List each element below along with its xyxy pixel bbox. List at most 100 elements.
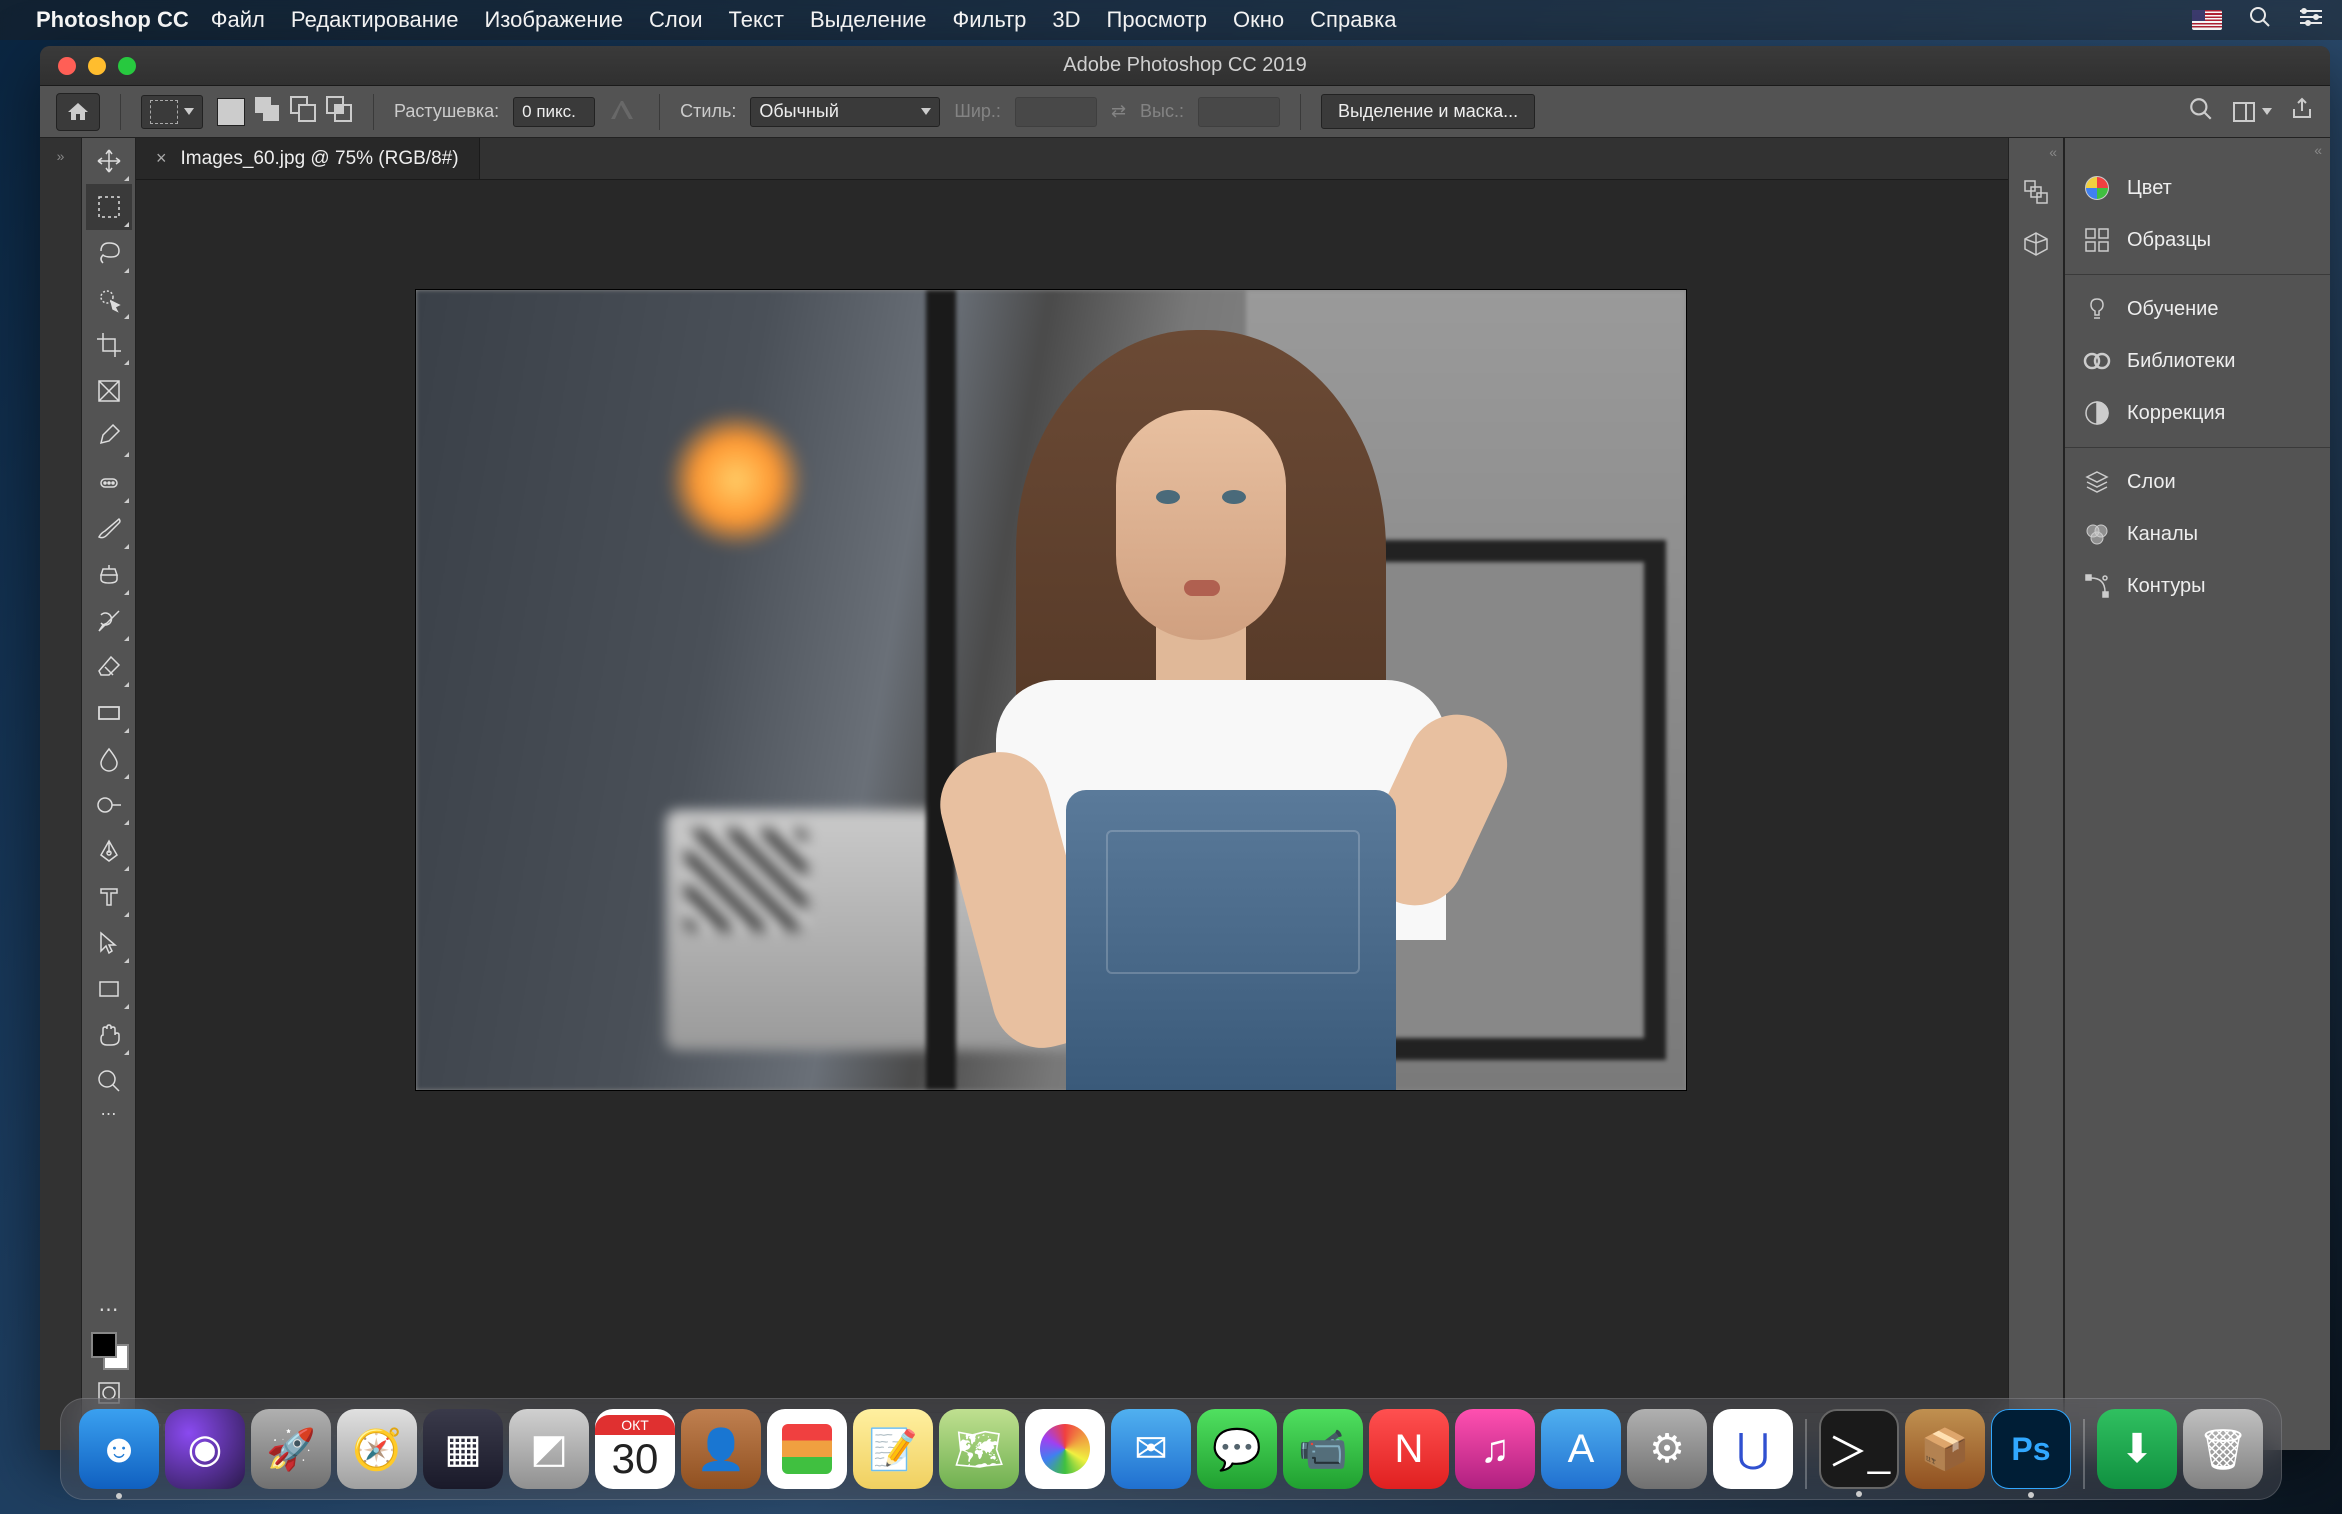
- window-minimize-button[interactable]: [88, 57, 106, 75]
- dock-archive[interactable]: 📦: [1905, 1409, 1985, 1489]
- zoom-tool[interactable]: [86, 1058, 132, 1104]
- panel-swatches[interactable]: Образцы: [2065, 214, 2330, 266]
- dock-app-store[interactable]: A: [1541, 1409, 1621, 1489]
- panel-label: Цвет: [2127, 177, 2172, 200]
- dock-magnet[interactable]: ⋃: [1713, 1409, 1793, 1489]
- workspace-switcher[interactable]: [2232, 101, 2272, 123]
- menu-3d[interactable]: 3D: [1052, 7, 1080, 33]
- collapse-icon[interactable]: »: [57, 148, 65, 164]
- dock-messages[interactable]: 💬: [1197, 1409, 1277, 1489]
- healing-tool[interactable]: [86, 460, 132, 506]
- window-titlebar[interactable]: Adobe Photoshop CC 2019: [40, 46, 2330, 86]
- document-tab[interactable]: × Images_60.jpg @ 75% (RGB/8#): [136, 138, 480, 179]
- dock-itunes[interactable]: ♫: [1455, 1409, 1535, 1489]
- menu-view[interactable]: Просмотр: [1107, 7, 1207, 33]
- dock-photos[interactable]: [1025, 1409, 1105, 1489]
- gradient-tool[interactable]: [86, 690, 132, 736]
- dock-siri[interactable]: ◉: [165, 1409, 245, 1489]
- dock-terminal[interactable]: ＞_: [1819, 1409, 1899, 1489]
- dock-photoshop[interactable]: Ps: [1991, 1409, 2071, 1489]
- color-swatches[interactable]: [89, 1330, 129, 1370]
- dock-launchpad[interactable]: 🚀: [251, 1409, 331, 1489]
- dock-mission-control[interactable]: ▦: [423, 1409, 503, 1489]
- panel-learn[interactable]: Обучение: [2065, 283, 2330, 335]
- dock-facetime[interactable]: 📹: [1283, 1409, 1363, 1489]
- marquee-tool[interactable]: [86, 184, 132, 230]
- foreground-color[interactable]: [91, 1332, 117, 1358]
- selection-new-button[interactable]: [217, 98, 245, 126]
- home-button[interactable]: [56, 93, 100, 131]
- move-tool[interactable]: [86, 138, 132, 184]
- menu-layers[interactable]: Слои: [649, 7, 703, 33]
- style-select[interactable]: Обычный: [750, 97, 940, 127]
- dock-trash[interactable]: 🗑: [2183, 1409, 2263, 1489]
- window-maximize-button[interactable]: [118, 57, 136, 75]
- search-icon[interactable]: [2188, 96, 2214, 127]
- quick-select-tool[interactable]: [86, 276, 132, 322]
- brush-tool[interactable]: [86, 506, 132, 552]
- selection-intersect-button[interactable]: [325, 95, 353, 128]
- tool-preset-picker[interactable]: [141, 95, 203, 129]
- menu-edit[interactable]: Редактирование: [291, 7, 459, 33]
- eraser-tool[interactable]: [86, 644, 132, 690]
- history-panel-icon[interactable]: [2014, 170, 2058, 214]
- dock-calendar[interactable]: ОКТ30: [595, 1409, 675, 1489]
- canvas-viewport[interactable]: REAME: [136, 180, 2008, 1412]
- dock-system-preferences[interactable]: ⚙: [1627, 1409, 1707, 1489]
- panel-adjustments[interactable]: Коррекция: [2065, 387, 2330, 439]
- panel-layers[interactable]: Слои: [2065, 456, 2330, 508]
- path-select-tool[interactable]: [86, 920, 132, 966]
- canvas[interactable]: REAME: [416, 290, 1686, 1090]
- panel-channels[interactable]: Каналы: [2065, 508, 2330, 560]
- lasso-tool[interactable]: [86, 230, 132, 276]
- menu-file[interactable]: Файл: [211, 7, 265, 33]
- dock-maps[interactable]: 🗺: [939, 1409, 1019, 1489]
- window-close-button[interactable]: [58, 57, 76, 75]
- menu-select[interactable]: Выделение: [810, 7, 927, 33]
- eyedropper-tool[interactable]: [86, 414, 132, 460]
- dock-reminders[interactable]: [767, 1409, 847, 1489]
- rectangle-tool[interactable]: [86, 966, 132, 1012]
- menu-image[interactable]: Изображение: [484, 7, 623, 33]
- menu-filter[interactable]: Фильтр: [953, 7, 1027, 33]
- input-source-icon[interactable]: [2192, 10, 2222, 30]
- dock-contacts[interactable]: 👤: [681, 1409, 761, 1489]
- pen-tool[interactable]: [86, 828, 132, 874]
- selection-subtract-button[interactable]: [289, 95, 317, 128]
- crop-tool[interactable]: [86, 322, 132, 368]
- dock-screenshot[interactable]: ◩: [509, 1409, 589, 1489]
- clone-stamp-tool[interactable]: [86, 552, 132, 598]
- dock-finder[interactable]: ☻: [79, 1409, 159, 1489]
- expand-icon[interactable]: «: [2049, 138, 2057, 166]
- type-tool[interactable]: [86, 874, 132, 920]
- menu-text[interactable]: Текст: [729, 7, 784, 33]
- antialias-icon[interactable]: [609, 97, 639, 126]
- hand-tool[interactable]: [86, 1012, 132, 1058]
- dock-downloads[interactable]: ⬇: [2097, 1409, 2177, 1489]
- expand-icon[interactable]: «: [2306, 138, 2330, 162]
- share-icon[interactable]: [2290, 97, 2314, 126]
- history-brush-tool[interactable]: [86, 598, 132, 644]
- dock-mail[interactable]: ✉: [1111, 1409, 1191, 1489]
- selection-add-button[interactable]: [253, 95, 281, 128]
- control-center-icon[interactable]: [2298, 7, 2324, 33]
- 3d-panel-icon[interactable]: [2014, 222, 2058, 266]
- blur-tool[interactable]: [86, 736, 132, 782]
- frame-tool[interactable]: [86, 368, 132, 414]
- panel-paths[interactable]: Контуры: [2065, 560, 2330, 612]
- menu-help[interactable]: Справка: [1310, 7, 1396, 33]
- dock-safari[interactable]: 🧭: [337, 1409, 417, 1489]
- close-tab-icon[interactable]: ×: [156, 148, 167, 169]
- menu-window[interactable]: Окно: [1233, 7, 1284, 33]
- panel-color[interactable]: Цвет: [2065, 162, 2330, 214]
- feather-input[interactable]: [513, 97, 595, 127]
- select-and-mask-button[interactable]: Выделение и маска...: [1321, 94, 1535, 129]
- tool-overflow[interactable]: ⋯: [86, 1104, 132, 1124]
- dock-notes[interactable]: 📝: [853, 1409, 933, 1489]
- edit-toolbar-button[interactable]: ⋯: [86, 1294, 132, 1324]
- panel-libraries[interactable]: Библиотеки: [2065, 335, 2330, 387]
- spotlight-icon[interactable]: [2248, 5, 2272, 35]
- dock-news[interactable]: N: [1369, 1409, 1449, 1489]
- app-menu[interactable]: Photoshop CC: [36, 7, 189, 33]
- dodge-tool[interactable]: [86, 782, 132, 828]
